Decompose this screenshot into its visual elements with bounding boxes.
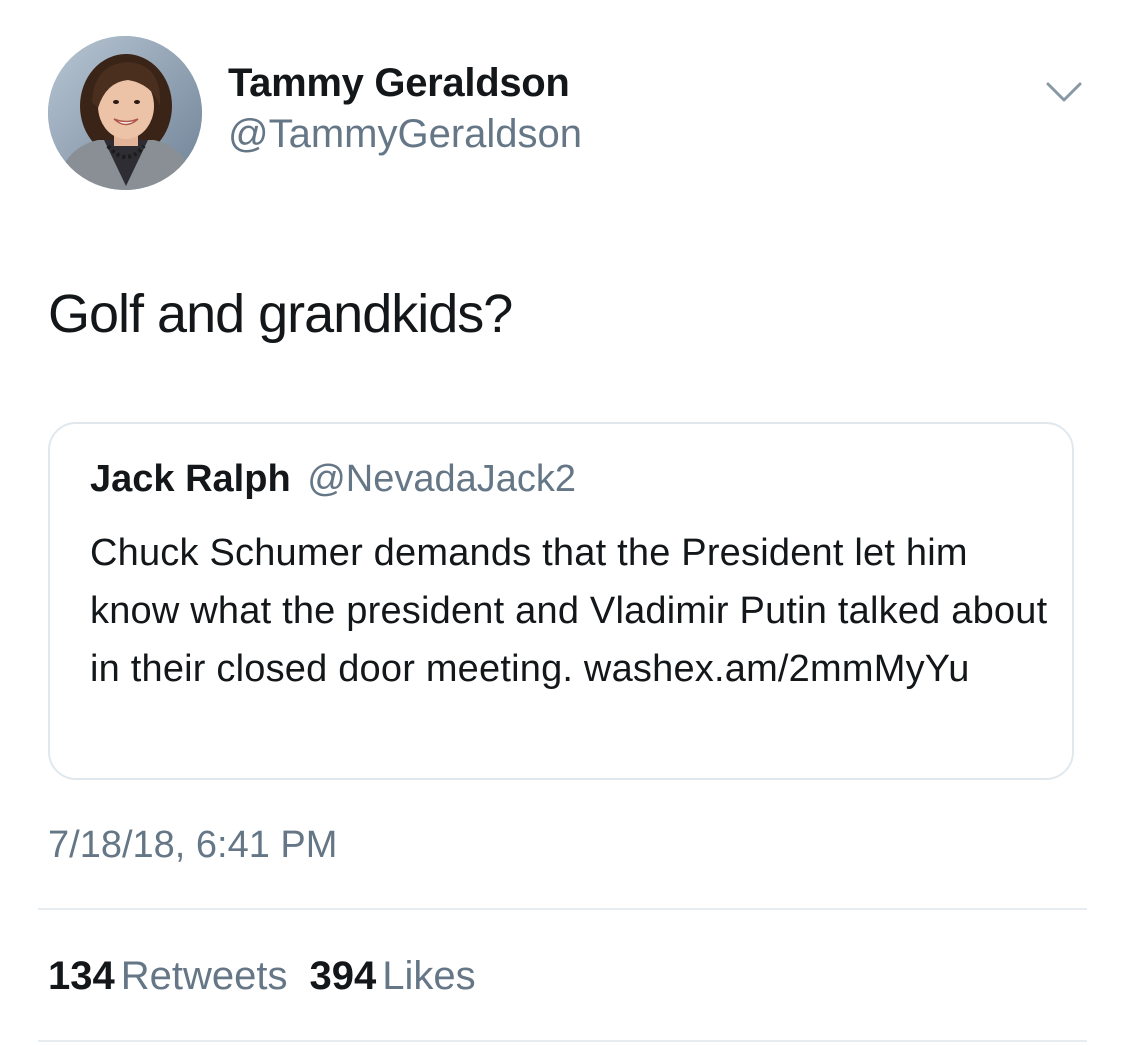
timestamp[interactable]: 7/18/18, 6:41 PM — [48, 820, 337, 870]
quoted-author-name: Jack Ralph — [90, 458, 291, 500]
engagement-stats: 134 Retweets 394 Likes — [48, 950, 476, 1002]
author-handle[interactable]: @TammyGeraldson — [228, 109, 582, 159]
likes-count: 394 — [309, 954, 377, 998]
quoted-tweet-text: Chuck Schumer demands that the President… — [90, 532, 1048, 690]
quoted-tweet[interactable]: Jack Ralph @NevadaJack2 Chuck Schumer de… — [48, 422, 1074, 780]
chevron-down-icon[interactable] — [1044, 76, 1084, 106]
divider — [38, 1040, 1087, 1042]
divider — [38, 908, 1087, 910]
tweet-text: Golf and grandkids? — [48, 284, 513, 344]
tweet-detail: Tammy Geraldson @TammyGeraldson Golf and… — [0, 0, 1125, 1045]
likes-stat[interactable]: 394 Likes — [310, 954, 476, 998]
author-name[interactable]: Tammy Geraldson — [228, 58, 582, 108]
avatar[interactable] — [48, 36, 202, 190]
author-block[interactable]: Tammy Geraldson @TammyGeraldson — [228, 58, 582, 159]
avatar-photo — [48, 36, 202, 190]
retweets-stat[interactable]: 134 Retweets — [48, 954, 288, 998]
quoted-author-handle: @NevadaJack2 — [307, 458, 577, 500]
retweets-count: 134 — [48, 954, 115, 998]
quoted-tweet-header: Jack Ralph @NevadaJack2 — [90, 454, 576, 504]
likes-label: Likes — [382, 954, 476, 998]
retweets-label: Retweets — [120, 954, 288, 998]
